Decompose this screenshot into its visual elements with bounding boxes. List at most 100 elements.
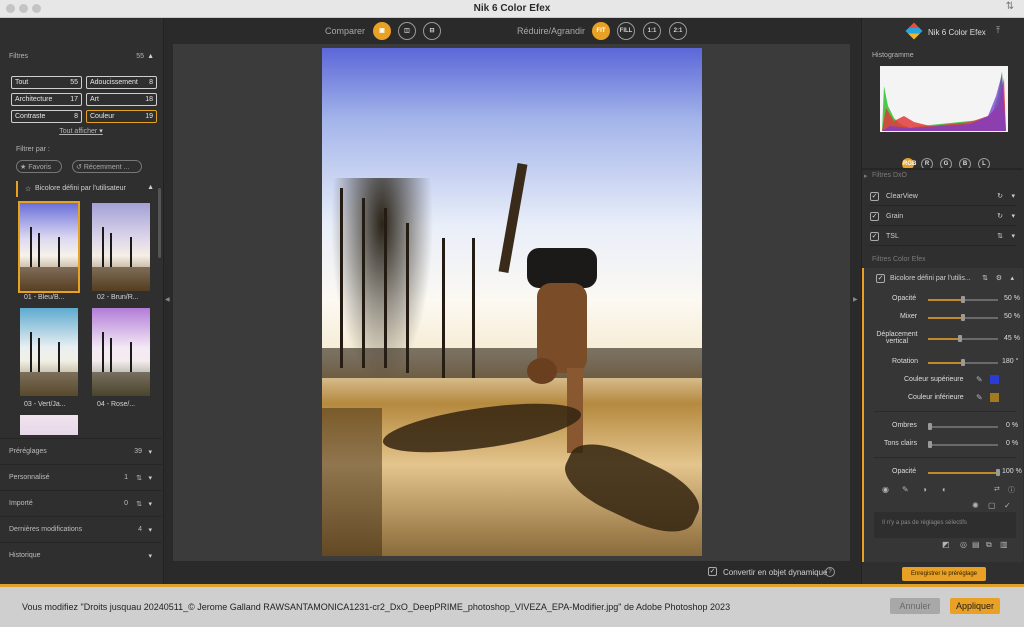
target-icon[interactable]: ◎ <box>960 540 967 549</box>
chevron-up-icon[interactable]: ▴ <box>1010 274 1014 282</box>
zoom-1-1-button[interactable]: 1:1 <box>643 22 661 40</box>
sort-icon[interactable]: ⇅ <box>997 232 1003 240</box>
preset-thumbnail-3[interactable] <box>20 308 78 396</box>
param-mixer-slider[interactable] <box>928 314 998 321</box>
reset-icon[interactable]: ↻ <box>997 212 1003 220</box>
favorites-filter-button[interactable]: ★ Favoris <box>16 160 62 173</box>
param-rotation-slider[interactable] <box>928 359 998 366</box>
category-contrast[interactable]: Contraste 8 <box>11 110 82 123</box>
help-icon[interactable]: ? <box>825 567 835 577</box>
sort-icon[interactable]: ⇅ <box>136 500 142 508</box>
mask-icon[interactable]: ◑ <box>922 485 927 494</box>
chevron-down-icon[interactable]: ▾ <box>1011 192 1015 200</box>
category-all[interactable]: Tout 55 <box>11 76 82 89</box>
global-opacity-label: Opacité <box>892 468 917 475</box>
app-window: Nik 6 Color Efex ⇅ Filtres 55 ▲ Tout 55 A… <box>0 0 1024 627</box>
active-filter-header[interactable]: ✓ Bicolore défini par l'utilis... ⇅ ⚙ ▴ <box>876 270 1016 288</box>
single-view-icon[interactable]: ▣ <box>373 22 391 40</box>
convert-smart-object-checkbox[interactable]: ✓ <box>708 567 717 576</box>
window-title: Nik 6 Color Efex <box>473 3 551 14</box>
window-scroll-arrows-icon[interactable]: ⇅ <box>1006 1 1014 12</box>
save-preset-button[interactable]: Enregistrer le préréglage <box>902 567 986 581</box>
add-mask-icon[interactable]: ◩ <box>942 540 950 549</box>
folder-icon[interactable]: ▤ <box>972 540 980 549</box>
show-all-link[interactable]: Tout afficher ▾ <box>0 127 162 135</box>
gear-icon[interactable]: ⚙ <box>996 274 1002 282</box>
preset-thumbnail-4[interactable] <box>92 308 150 396</box>
param-opacity-slider[interactable] <box>928 296 998 303</box>
zoom-fill-button[interactable]: FILL <box>617 22 635 40</box>
param-vertical-shift-slider[interactable] <box>928 335 998 342</box>
lower-color-swatch[interactable] <box>990 393 999 402</box>
active-filter-star-icon[interactable]: ☆ <box>25 185 31 193</box>
selective-toggle-icon[interactable]: ⇄ <box>994 485 1000 493</box>
chevron-down-icon: ▾ <box>99 128 103 135</box>
category-softening[interactable]: Adoucissement 8 <box>86 76 157 89</box>
help-icon[interactable]: ⓘ <box>1008 485 1015 495</box>
recent-filter-button[interactable]: ↺ Récemment ... <box>72 160 142 173</box>
collapse-left-panel-icon[interactable]: ◀ <box>165 296 170 303</box>
chevron-down-icon[interactable]: ▾ <box>1011 232 1015 240</box>
dxo-filter-clearview[interactable]: ✓ ClearView ↻ ▾ <box>870 188 1017 206</box>
global-opacity-slider[interactable] <box>928 469 1000 476</box>
cancel-button[interactable]: Annuler <box>890 598 940 614</box>
sort-icon[interactable]: ⇅ <box>136 474 142 482</box>
collapse-right-panel-icon[interactable]: ▶ <box>853 296 858 303</box>
grain-checkbox[interactable]: ✓ <box>870 212 879 221</box>
gradient-icon[interactable]: ◐ <box>942 485 947 494</box>
zoom-fit-button[interactable]: FIT <box>592 22 610 40</box>
control-point-icon[interactable]: ◉ <box>882 485 889 494</box>
section-imported[interactable]: Importé 0 ⇅ ▾ <box>0 490 162 516</box>
sun-icon[interactable]: ✺ <box>972 501 979 510</box>
preset-label-2: 02 - Brun/R... <box>97 294 139 301</box>
chevron-up-icon[interactable]: ▲ <box>147 53 154 60</box>
split-view-icon[interactable]: ◫ <box>398 22 416 40</box>
collapse-panel-icon[interactable]: ⤒ <box>996 25 1000 36</box>
section-presets[interactable]: Préréglages 39 ▾ <box>0 438 162 464</box>
duplicate-icon[interactable]: ⧉ <box>986 540 992 550</box>
preset-thumbnail-5[interactable] <box>20 415 78 435</box>
param-rotation-value: 180 ° <box>1002 358 1019 365</box>
preset-thumbnail-2[interactable] <box>92 203 150 291</box>
tone-shadows-slider[interactable] <box>928 423 998 430</box>
reset-icon[interactable]: ↻ <box>997 192 1003 200</box>
active-filter-row[interactable]: ☆ Bicolore défini par l'utilisateur ▲ <box>16 181 158 197</box>
tsl-checkbox[interactable]: ✓ <box>870 232 879 241</box>
zoom-2-1-button[interactable]: 2:1 <box>669 22 687 40</box>
compare-label: Comparer <box>325 26 366 36</box>
clearview-checkbox[interactable]: ✓ <box>870 192 879 201</box>
right-panel: Nik 6 Color Efex ⤒ Histogramme RGB R G B… <box>861 18 1024 584</box>
chevron-down-icon[interactable]: ▾ <box>1011 212 1015 220</box>
category-color[interactable]: Couleur 19 <box>86 110 157 123</box>
side-by-side-view-icon[interactable]: ⊟ <box>423 22 441 40</box>
sort-icon[interactable]: ⇅ <box>982 274 988 282</box>
view-toolbar: Comparer ▣ ◫ ⊟ Réduire/Agrandir FIT FILL… <box>165 18 851 44</box>
section-custom[interactable]: Personnalisé 1 ⇅ ▾ <box>0 464 162 490</box>
histogram-title: Histogramme <box>872 52 914 59</box>
tone-highlights-slider[interactable] <box>928 441 998 448</box>
category-architecture[interactable]: Architecture 17 <box>11 93 82 106</box>
star-icon: ★ <box>20 164 27 171</box>
preset-thumbnail-1[interactable] <box>18 201 80 293</box>
eyedropper-icon[interactable]: ✎ <box>976 375 983 384</box>
frame-icon[interactable]: ▢ <box>988 501 996 510</box>
active-filter-checkbox[interactable]: ✓ <box>876 274 885 283</box>
left-panel: Filtres 55 ▲ Tout 55 Adoucissement 8 Archi… <box>0 18 164 584</box>
preview-image[interactable] <box>322 48 702 556</box>
eyedropper-icon[interactable]: ✎ <box>976 393 983 402</box>
app-logo <box>905 22 923 40</box>
tone-highlights-label: Tons clairs <box>884 440 918 447</box>
apply-button[interactable]: Appliquer <box>950 598 1000 614</box>
checkmark-icon[interactable]: ✓ <box>1004 501 1011 510</box>
section-history[interactable]: Historique ▾ <box>0 542 162 568</box>
upper-color-label: Couleur supérieure <box>904 376 964 383</box>
filter-list-scrollbar[interactable] <box>158 188 161 258</box>
dxo-filter-grain[interactable]: ✓ Grain ↻ ▾ <box>870 208 1017 226</box>
category-art[interactable]: Art 18 <box>86 93 157 106</box>
section-recent-edits[interactable]: Dernières modifications 4 ▾ <box>0 516 162 542</box>
upper-color-swatch[interactable] <box>990 375 999 384</box>
dxo-filter-tsl[interactable]: ✓ TSL ⇅ ▾ <box>870 228 1017 246</box>
trash-icon[interactable]: ▥ <box>1000 540 1008 549</box>
chevron-up-icon[interactable]: ▲ <box>147 184 154 191</box>
brush-icon[interactable]: ✎ <box>902 485 909 494</box>
